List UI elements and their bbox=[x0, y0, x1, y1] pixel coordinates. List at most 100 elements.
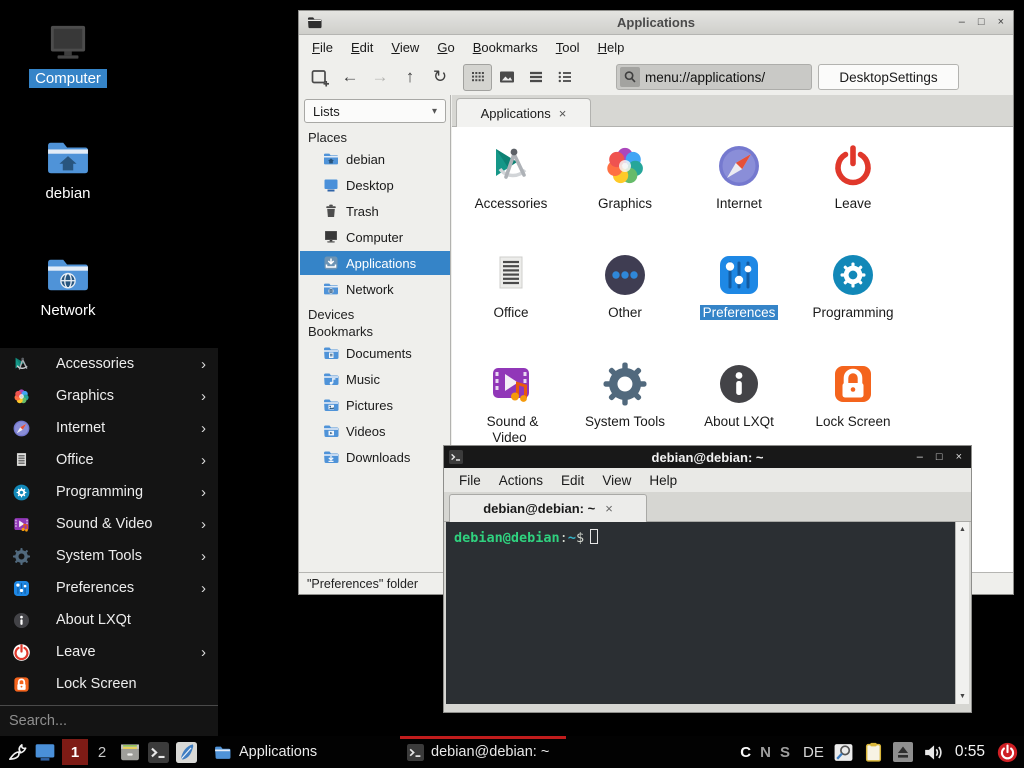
workspace-1-button[interactable]: 1 bbox=[62, 739, 88, 765]
show-desktop-button[interactable] bbox=[31, 736, 59, 768]
menu-go[interactable]: Go bbox=[428, 38, 463, 57]
back-button[interactable]: ← bbox=[335, 63, 365, 91]
menu-help[interactable]: Help bbox=[640, 471, 686, 490]
category-leave[interactable]: Leave bbox=[799, 140, 907, 244]
close-button[interactable]: × bbox=[956, 452, 962, 463]
menu-item-leave[interactable]: Leave › bbox=[0, 636, 218, 668]
menu-help[interactable]: Help bbox=[589, 38, 634, 57]
tab-applications[interactable]: Applications × bbox=[456, 98, 591, 127]
menu-view[interactable]: View bbox=[593, 471, 640, 490]
quicklaunch-terminal[interactable] bbox=[144, 736, 172, 768]
removable-media-icon[interactable] bbox=[893, 742, 913, 762]
screenshot-tray-icon[interactable] bbox=[833, 742, 854, 763]
menu-item-internet[interactable]: Internet › bbox=[0, 412, 218, 444]
clipboard-tray-icon[interactable] bbox=[863, 742, 884, 763]
terminal-tab[interactable]: debian@debian: ~ × bbox=[449, 494, 647, 522]
sidebar-item-trash[interactable]: Trash bbox=[300, 199, 450, 223]
address-bar[interactable]: menu://applications/ bbox=[616, 64, 812, 90]
menu-file[interactable]: File bbox=[450, 471, 490, 490]
category-accessories[interactable]: Accessories bbox=[457, 140, 565, 244]
category-preferences[interactable]: Preferences bbox=[685, 249, 793, 353]
taskbar-panel: 1 2 Applications debian@debian: ~ C N S … bbox=[0, 736, 1024, 768]
menu-item-system-tools[interactable]: System Tools › bbox=[0, 540, 218, 572]
submenu-arrow-icon: › bbox=[201, 484, 206, 501]
sound-video-icon bbox=[12, 515, 31, 534]
menu-tool[interactable]: Tool bbox=[547, 38, 589, 57]
sidebar-item-debian[interactable]: debian bbox=[300, 147, 450, 171]
menu-item-graphics[interactable]: Graphics › bbox=[0, 380, 218, 412]
menu-edit[interactable]: Edit bbox=[342, 38, 382, 57]
menu-view[interactable]: View bbox=[382, 38, 428, 57]
category-office[interactable]: Office bbox=[457, 249, 565, 353]
sidebar-mode-selector[interactable]: Lists ▾ bbox=[304, 99, 446, 123]
task-button-applications[interactable]: Applications bbox=[206, 736, 398, 768]
sidebar-item-music[interactable]: Music bbox=[300, 367, 450, 391]
maximize-button[interactable]: □ bbox=[936, 452, 943, 463]
sidebar-item-pictures[interactable]: Pictures bbox=[300, 393, 450, 417]
minimize-button[interactable]: – bbox=[917, 452, 923, 463]
category-programming[interactable]: Programming bbox=[799, 249, 907, 353]
sidebar-item-desktop[interactable]: Desktop bbox=[300, 173, 450, 197]
prompt-dollar: $ bbox=[576, 530, 584, 546]
category-graphics[interactable]: Graphics bbox=[571, 140, 679, 244]
menu-item-lock-screen[interactable]: Lock Screen bbox=[0, 668, 218, 700]
desktop-settings-button[interactable]: DesktopSettings bbox=[818, 64, 959, 90]
sidebar-item-videos[interactable]: Videos bbox=[300, 419, 450, 443]
menu-item-about-lxqt[interactable]: About LXQt bbox=[0, 604, 218, 636]
sidebar-item-documents[interactable]: Documents bbox=[300, 341, 450, 365]
menu-item-office[interactable]: Office › bbox=[0, 444, 218, 476]
sidebar-item-computer[interactable]: Computer bbox=[300, 225, 450, 249]
scroll-up-icon[interactable]: ▲ bbox=[956, 523, 969, 536]
menu-bookmarks[interactable]: Bookmarks bbox=[464, 38, 547, 57]
menu-item-programming[interactable]: Programming › bbox=[0, 476, 218, 508]
num-indicator: N bbox=[760, 744, 771, 761]
refresh-button[interactable]: ↻ bbox=[425, 63, 455, 91]
menu-actions[interactable]: Actions bbox=[490, 471, 552, 490]
terminal-titlebar[interactable]: debian@debian: ~ – □ × bbox=[444, 446, 971, 468]
desktop-icon-home[interactable]: debian bbox=[18, 139, 118, 203]
menu-edit[interactable]: Edit bbox=[552, 471, 593, 490]
category-internet[interactable]: Internet bbox=[685, 140, 793, 244]
power-button-icon[interactable] bbox=[997, 742, 1018, 763]
menu-search-input[interactable]: Search... bbox=[0, 705, 218, 736]
new-tab-button[interactable] bbox=[305, 63, 335, 91]
workspace-2-button[interactable]: 2 bbox=[92, 744, 112, 761]
icon-view-button[interactable] bbox=[463, 64, 492, 91]
sidebar-item-network[interactable]: Network bbox=[300, 277, 450, 301]
prompt-user: debian@debian bbox=[454, 530, 560, 546]
tab-close-icon[interactable]: × bbox=[559, 106, 567, 121]
detailed-list-view-button[interactable] bbox=[521, 64, 550, 91]
desktop-icon-network[interactable]: Network bbox=[18, 256, 118, 320]
keyboard-layout[interactable]: DE bbox=[803, 744, 824, 761]
applications-icon bbox=[323, 255, 339, 271]
desktop-icon-label: Network bbox=[34, 301, 101, 320]
scroll-down-icon[interactable]: ▼ bbox=[956, 690, 969, 703]
terminal-screen[interactable]: debian@debian:~$ ▲ ▼ bbox=[446, 522, 969, 704]
sidebar-item-applications[interactable]: Applications bbox=[300, 251, 450, 275]
up-button[interactable]: ↑ bbox=[395, 63, 425, 91]
main-menu-button[interactable] bbox=[3, 736, 31, 768]
quicklaunch-file-manager[interactable] bbox=[116, 736, 144, 768]
tab-close-icon[interactable]: × bbox=[605, 501, 613, 516]
menu-item-preferences[interactable]: Preferences › bbox=[0, 572, 218, 604]
file-manager-titlebar[interactable]: Applications – □ × bbox=[299, 11, 1013, 35]
task-button-terminal[interactable]: debian@debian: ~ bbox=[400, 736, 566, 768]
clock[interactable]: 0:55 bbox=[955, 743, 985, 761]
terminal-scrollbar[interactable]: ▲ ▼ bbox=[955, 522, 969, 704]
desktop-icon-computer[interactable]: Computer bbox=[18, 24, 118, 88]
volume-icon[interactable] bbox=[922, 742, 943, 763]
quicklaunch-text-editor[interactable] bbox=[172, 736, 200, 768]
menu-item-sound-video[interactable]: Sound & Video › bbox=[0, 508, 218, 540]
compact-view-button[interactable] bbox=[550, 64, 579, 91]
sidebar-item-downloads[interactable]: Downloads bbox=[300, 445, 450, 469]
desktop-icon-label: Computer bbox=[29, 69, 107, 88]
computer-icon bbox=[323, 230, 339, 244]
internet-icon bbox=[715, 142, 763, 190]
menu-file[interactable]: File bbox=[303, 38, 342, 57]
forward-button[interactable]: → bbox=[365, 63, 395, 91]
computer-icon bbox=[45, 24, 91, 62]
submenu-arrow-icon: › bbox=[201, 580, 206, 597]
thumbnail-view-button[interactable] bbox=[492, 64, 521, 91]
menu-item-accessories[interactable]: Accessories › bbox=[0, 348, 218, 380]
category-other[interactable]: Other bbox=[571, 249, 679, 353]
